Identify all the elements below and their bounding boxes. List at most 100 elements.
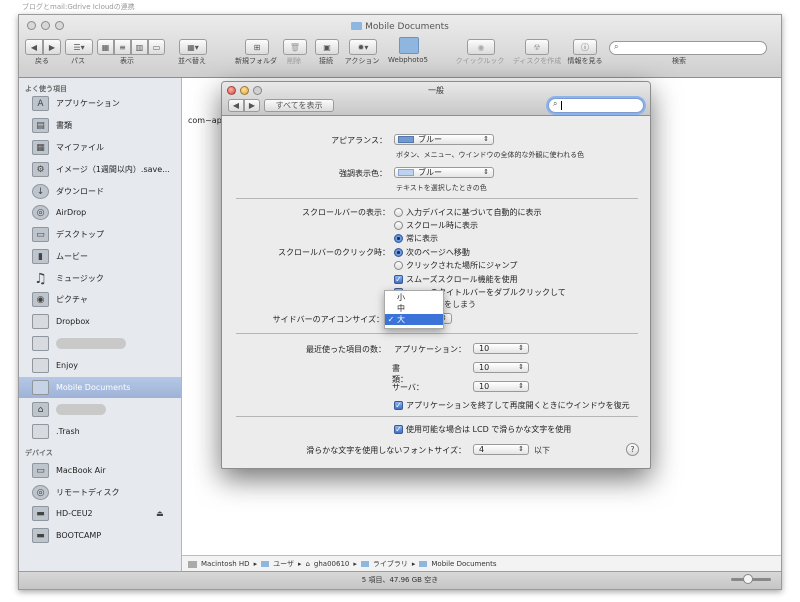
action-label: アクション [344,57,380,65]
lcd-smoothing-checkbox[interactable]: ✓ 使用可能な場合は LCD で滑らかな文字を使用 [394,424,571,435]
sidebar-item-documents[interactable]: ▤ 書類 [19,115,181,136]
menu-item-medium[interactable]: 中 [385,303,443,314]
radio-button[interactable] [394,261,403,270]
radio-button[interactable] [394,221,403,230]
click-option-next-page[interactable]: 次のページへ移動 [394,247,470,258]
appearance-popup[interactable]: ブルー ⇕ [394,134,494,145]
action-button[interactable]: ✹▾ [349,39,377,55]
checkmark-icon[interactable]: ✓ [394,275,403,284]
highlight-popup[interactable]: ブルー ⇕ [394,167,494,178]
quicklook-button[interactable]: ◉ [467,39,495,55]
desktop-text: ブログとmail:Gdrive Icloudの連携 [22,3,135,11]
webphoto-label: Webphoto5 [388,56,428,64]
sidebar-item-desktop[interactable]: ▭ デスクトップ [19,224,181,245]
connect-icon: ▣ [323,42,331,52]
delete-button[interactable]: 🗑 [283,39,307,55]
slider-knob[interactable] [743,574,753,584]
path-segment[interactable]: gha00610 [314,560,349,568]
sidebar-item-home[interactable]: ⌂ [19,399,181,420]
scrollbar-option-always[interactable]: 常に表示 [394,233,438,244]
smooth-scroll-checkbox[interactable]: ✓ スムーズスクロール機能を使用 [394,274,518,285]
font-smoothing-suffix: 以下 [534,446,550,455]
font-smoothing-popup[interactable]: 4 ⇕ [473,444,529,455]
folder-icon [360,561,369,567]
sidebar-item-mobile-documents[interactable]: Mobile Documents [19,377,181,398]
coverflow-view-button[interactable]: ▭ [148,39,165,55]
smart-folder-icon: ⚙ [32,162,49,177]
sidebar-icon-size-menu: 小 中 ✓ 大 [384,290,444,329]
radio-button-selected[interactable] [394,248,403,257]
sidebar-item-downloads[interactable]: ↓ ダウンロード [19,181,181,202]
checkmark-icon[interactable]: ✓ [394,425,403,434]
sidebar-item-all-my-files[interactable]: ▦ マイファイル [19,137,181,158]
radio-button-selected[interactable] [394,234,403,243]
recent-servers-label: サーバ： [392,383,424,392]
path-segment[interactable]: Macintosh HD [201,560,250,568]
info-label: 情報を見る [567,57,603,65]
recent-docs-popup[interactable]: 10 ⇕ [473,362,529,373]
eye-icon: ◉ [477,42,485,52]
scrollbar-option-scrolling[interactable]: スクロール時に表示 [394,220,478,231]
redacted-label [56,404,106,415]
webphoto-folder-icon[interactable] [399,37,419,54]
path-bar: Macintosh HD ▸ ユーザ ▸ ⌂ gha00610 ▸ ライブラリ … [182,555,781,572]
menu-item-large[interactable]: ✓ 大 [385,314,443,325]
path-segment[interactable]: Mobile Documents [431,560,496,568]
sidebar-item-enjoy[interactable]: Enjoy [19,355,181,376]
path-label: パス [71,57,85,65]
sidebar-item-redacted-1[interactable] [19,333,181,354]
recent-items-label: 最近使った項目の数： [306,345,386,354]
list-view-button[interactable]: ≡ [114,39,131,55]
font-smoothing-label: 滑らかな文字を使用しないフォントサイズ： [306,446,466,455]
icon-size-slider[interactable] [731,574,771,584]
icon-view-button[interactable]: ▦ [97,39,114,55]
click-option-jump[interactable]: クリックされた場所にジャンプ [394,260,517,271]
scrollbar-option-auto[interactable]: 入力デバイスに基づいて自動的に表示 [394,207,542,218]
connect-button[interactable]: ▣ [315,39,339,55]
recent-servers-popup[interactable]: 10 ⇕ [473,381,529,392]
path-segment[interactable]: ユーザ [273,559,294,569]
back-button[interactable]: ◀ [25,39,43,55]
sidebar-item-movies[interactable]: ▮ ムービー [19,246,181,267]
sidebar-item-applications[interactable]: A アプリケーション [19,93,181,114]
menu-item-small[interactable]: 小 [385,292,443,303]
redacted-label [56,338,126,349]
forward-button[interactable]: ▶ [43,39,61,55]
sidebar-icon-size-label: サイドバーのアイコンサイズ： [272,315,384,324]
sidebar-item-dropbox[interactable]: Dropbox [19,311,181,332]
sidebar-item-macbook-air[interactable]: ▭ MacBook Air [19,460,181,481]
forward-button[interactable]: ▶ [244,99,260,112]
info-button[interactable]: ⓘ [573,39,597,55]
column-view-button[interactable]: ▥ [131,39,148,55]
sidebar-item-bootcamp[interactable]: ▬ BOOTCAMP [19,525,181,546]
sidebar-item-saved-search[interactable]: ⚙ イメージ（1週間以内）.save... [19,159,181,180]
prefs-search-input[interactable]: ⌕ [548,98,644,113]
recent-apps-popup[interactable]: 10 ⇕ [473,343,529,354]
new-folder-button[interactable]: ⊞ [245,39,269,55]
burn-button[interactable]: ☢ [525,39,549,55]
path-segment[interactable]: ライブラリ [373,559,408,569]
checkmark-icon[interactable]: ✓ [394,401,403,410]
eject-icon[interactable]: ⏏ [156,509,164,518]
sidebar-item-hd-ceu2[interactable]: ▬ HD-CEU2 ⏏ [19,503,181,524]
arrange-button[interactable]: ▦▾ [179,39,207,55]
prefs-nav-group: ◀ ▶ [228,99,260,112]
radio-button[interactable] [394,208,403,217]
chevron-right-icon: ▸ [253,560,258,568]
grid-icon: ▦ [101,42,110,52]
back-button[interactable]: ◀ [228,99,244,112]
path-button[interactable]: ☰▾ [65,39,93,55]
sidebar-item-music[interactable]: ♫ ミュージック [19,268,181,289]
columns-icon: ▥ [135,42,144,52]
sidebar-item-pictures[interactable]: ◉ ピクチャ [19,289,181,310]
sidebar-item-remote-disc[interactable]: ◎ リモートディスク [19,482,181,503]
burn-label: ディスクを作成 [512,57,562,65]
sidebar-item-trash[interactable]: .Trash [19,421,181,442]
restore-windows-checkbox[interactable]: ✓ アプリケーションを終了して再度開くときにウインドウを復元 [394,400,630,411]
file-item-label[interactable]: com~ap [188,116,222,125]
finder-search-input[interactable]: ⌕ [609,41,767,55]
sidebar-item-airdrop[interactable]: ◎ AirDrop [19,202,181,223]
help-button[interactable]: ? [626,443,639,456]
download-icon: ↓ [32,184,49,199]
show-all-button[interactable]: すべてを表示 [264,99,334,112]
